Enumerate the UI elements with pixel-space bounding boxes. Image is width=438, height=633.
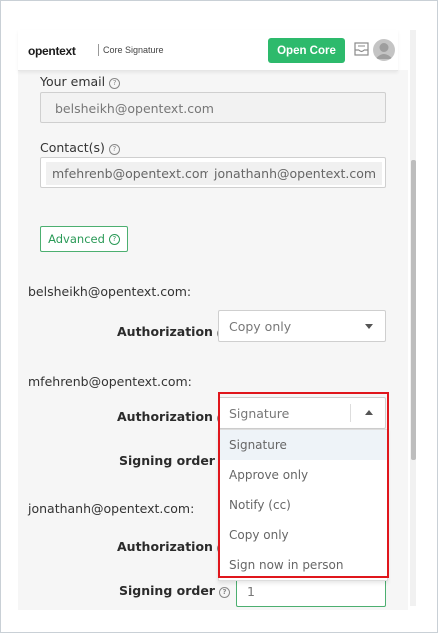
your-email-label: Your email xyxy=(40,74,106,89)
contact-chip[interactable]: mfehrenb@opentext.com xyxy=(46,162,218,185)
your-email-field[interactable]: belsheikh@opentext.com xyxy=(40,92,386,123)
app-header: opentext Core Signature Open Core xyxy=(18,30,398,71)
signing-order-input[interactable]: 1 xyxy=(236,577,386,607)
advanced-label: Advanced xyxy=(48,232,105,246)
user-avatar-icon[interactable] xyxy=(373,39,395,61)
signing-order-label: Signing order xyxy=(119,453,215,468)
signing-order-label-row: Signing order? xyxy=(119,453,230,468)
signing-order-label: Signing order xyxy=(119,583,215,598)
authorization-value: Copy only xyxy=(229,319,292,334)
question-circle-icon[interactable]: ? xyxy=(109,78,121,89)
contacts-label-row: Contact(s)? xyxy=(40,140,120,155)
authorization-label: Authorization xyxy=(117,409,213,424)
question-circle-icon[interactable]: ? xyxy=(108,144,120,155)
question-circle-icon: ? xyxy=(108,233,120,245)
product-name: Core Signature xyxy=(103,45,164,55)
opentext-logo: opentext xyxy=(28,44,76,58)
recipient-heading: mfehrenb@opentext.com: xyxy=(28,374,192,389)
your-email-label-row: Your email? xyxy=(40,74,121,89)
chevron-down-icon xyxy=(365,324,373,329)
signing-order-label-row: Signing order? xyxy=(119,583,230,598)
recipient-heading: jonathanh@opentext.com: xyxy=(28,501,195,516)
recipient-heading: belsheikh@opentext.com: xyxy=(28,284,192,299)
authorization-label-row: Authorization? xyxy=(117,539,228,554)
authorization-label: Authorization xyxy=(117,324,213,339)
open-core-button[interactable]: Open Core xyxy=(268,38,345,63)
authorization-label-row: Authorization? xyxy=(117,409,228,424)
authorization-label: Authorization xyxy=(117,539,213,554)
highlight-box xyxy=(218,392,389,578)
contact-chip[interactable]: jonathanh@opentext.com xyxy=(208,162,383,185)
authorization-select[interactable]: Copy only xyxy=(218,310,386,342)
scrollbar-thumb[interactable] xyxy=(411,160,416,460)
question-circle-icon[interactable]: ? xyxy=(218,587,230,598)
advanced-button[interactable]: Advanced? xyxy=(40,226,128,252)
logo-divider xyxy=(98,44,99,56)
contacts-label: Contact(s) xyxy=(40,140,105,155)
authorization-label-row: Authorization? xyxy=(117,324,228,339)
inbox-icon[interactable] xyxy=(354,42,369,56)
